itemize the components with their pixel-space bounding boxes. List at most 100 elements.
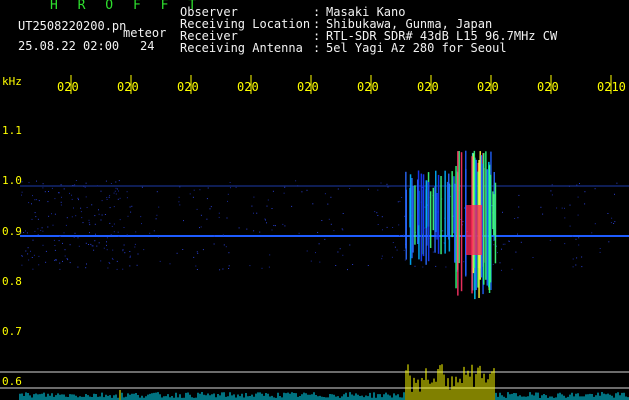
noise-speck: [333, 230, 335, 232]
noise-speck: [462, 221, 464, 223]
noise-speck: [209, 208, 211, 210]
meteor-echo-streak: [420, 173, 423, 262]
meteor-echo-streak: [405, 171, 407, 249]
noise-speck: [392, 242, 394, 243]
noise-speck: [117, 231, 119, 233]
meteor-echo-streak: [446, 181, 449, 237]
noise-speck: [377, 215, 379, 216]
noise-speck: [129, 251, 131, 252]
noise-speck: [109, 207, 111, 209]
noise-speck: [34, 230, 36, 232]
noise-speck: [501, 269, 502, 271]
noise-speck: [71, 198, 73, 200]
noise-speck: [59, 236, 61, 238]
noise-speck: [21, 194, 22, 196]
noise-speck: [110, 183, 112, 184]
noise-speck: [141, 186, 143, 188]
noise-speck: [327, 203, 329, 205]
noise-speck: [137, 253, 139, 255]
noise-speck: [73, 236, 75, 238]
noise-speck: [88, 222, 90, 224]
noise-speck: [113, 192, 115, 194]
noise-speck: [119, 197, 121, 199]
noise-speck: [78, 245, 80, 247]
meteor-echo-streak: [494, 182, 497, 264]
noise-speck: [312, 203, 314, 205]
noise-speck: [306, 189, 308, 191]
noise-speck: [48, 215, 50, 217]
noise-speck: [381, 258, 383, 260]
noise-speck: [581, 256, 583, 258]
noise-speck: [266, 205, 268, 207]
noise-speck: [339, 248, 341, 250]
noise-speck: [377, 224, 379, 225]
noise-speck: [103, 247, 105, 249]
noise-speck: [200, 226, 202, 228]
noise-speck: [396, 249, 398, 251]
noise-speck: [389, 185, 391, 187]
noise-speck: [83, 185, 85, 187]
noise-speck: [579, 183, 580, 184]
noise-speck: [143, 249, 145, 251]
noise-speck: [34, 199, 36, 201]
meteor-echo-streak: [414, 185, 416, 245]
noise-speck: [111, 225, 113, 227]
noise-speck: [497, 252, 498, 254]
noise-speck: [551, 194, 553, 196]
noise-speck: [32, 239, 34, 241]
noise-speck: [564, 207, 565, 209]
noise-speck: [330, 196, 332, 198]
noise-speck: [108, 262, 110, 263]
noise-speck: [514, 218, 516, 219]
meteor-echo-streak: [458, 151, 460, 264]
noise-speck: [113, 231, 115, 233]
noise-speck: [116, 260, 118, 262]
noise-speck: [568, 185, 570, 187]
noise-speck: [225, 246, 227, 248]
noise-speck: [352, 264, 354, 265]
noise-speck: [90, 243, 92, 245]
noise-speck: [112, 249, 114, 251]
noise-speck: [44, 191, 46, 193]
noise-speck: [60, 184, 62, 186]
noise-speck: [386, 226, 388, 228]
noise-speck: [89, 224, 91, 226]
noise-speck: [230, 187, 231, 189]
noise-speck: [64, 255, 66, 257]
noise-speck: [130, 211, 132, 213]
noise-speck: [74, 184, 76, 186]
noise-speck: [75, 180, 77, 181]
noise-speck: [35, 199, 37, 201]
noise-speck: [376, 212, 378, 214]
noise-speck: [196, 208, 198, 210]
noise-speck: [93, 249, 95, 251]
noise-speck: [62, 242, 63, 244]
noise-speck: [136, 264, 138, 266]
noise-speck: [613, 223, 615, 224]
noise-speck: [158, 206, 160, 208]
noise-speck: [28, 259, 30, 261]
meteor-echo-streak: [488, 164, 491, 293]
noise-speck: [149, 232, 151, 234]
noise-speck: [228, 265, 230, 267]
noise-speck: [69, 244, 71, 246]
noise-speck: [222, 234, 224, 236]
noise-speck: [445, 266, 447, 268]
noise-speck: [297, 185, 299, 187]
noise-speck: [85, 242, 87, 244]
noise-speck: [94, 223, 96, 225]
noise-speck: [381, 255, 383, 257]
meteor-echo-streak: [436, 193, 438, 240]
noise-speck: [404, 215, 406, 217]
noise-speck: [435, 265, 437, 267]
noise-speck: [599, 248, 601, 249]
noise-speck: [31, 218, 33, 220]
noise-speck: [112, 258, 114, 260]
meteor-echo-streak: [412, 186, 414, 253]
noise-speck: [35, 216, 37, 218]
noise-speck: [196, 251, 198, 253]
noise-speck: [443, 242, 445, 244]
noise-speck: [106, 197, 108, 199]
noise-speck: [397, 201, 399, 203]
noise-speck: [306, 250, 308, 252]
